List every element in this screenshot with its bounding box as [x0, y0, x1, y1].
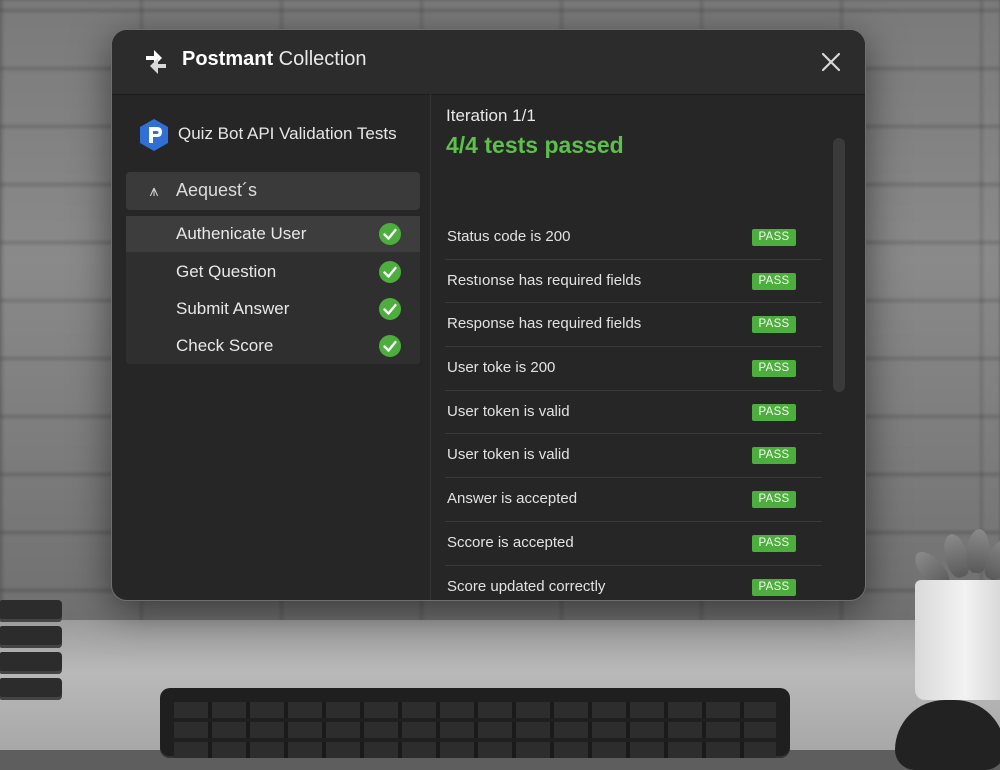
request-item-label: Get Question: [176, 262, 277, 281]
request-item-get-question[interactable]: Get Question: [126, 254, 420, 290]
test-name: Answer is accepted: [447, 490, 578, 508]
test-result-row: Restıonse has required fields PASS: [445, 260, 822, 304]
pass-badge: PASS: [752, 578, 796, 596]
test-result-row: User token is valid PASS: [445, 434, 822, 479]
test-name: Response has required fields: [447, 315, 642, 333]
test-name: Restıonse has required fields: [447, 271, 642, 289]
request-list: Authenicate User Get Question Submit Ans…: [126, 216, 420, 364]
requests-section-header[interactable]: ⩚ Aequest´s: [126, 172, 420, 210]
test-result-row: User toke is 200 PASS: [445, 347, 822, 391]
request-item-submit-answer[interactable]: Submit Answer: [126, 291, 420, 327]
tests-summary: 4/4 tests passed: [446, 132, 624, 158]
results-panel: Iteration 1/1 4/4 tests passed Status co…: [430, 94, 865, 601]
check-circle-icon: [379, 298, 401, 320]
test-name: User token is valid: [447, 402, 570, 420]
window-title-rest: Collection: [273, 48, 367, 70]
requests-header-label: Aequest´s: [176, 180, 258, 200]
pass-badge: PASS: [752, 360, 796, 378]
close-icon[interactable]: [819, 50, 843, 74]
requests-icon: ⩚: [149, 181, 159, 200]
test-name: Sccore is accepted: [447, 533, 574, 551]
pass-badge: PASS: [752, 229, 796, 246]
test-results-list: Status code is 200 PASS Restıonse has re…: [445, 216, 822, 601]
window-title: Postmant Collection: [182, 48, 367, 71]
pass-badge: PASS: [752, 272, 796, 290]
test-result-row: Response has required fields PASS: [445, 303, 822, 348]
request-item-label: Authenicate User: [176, 224, 307, 243]
check-circle-icon: [379, 335, 401, 357]
test-name: User toke is 200: [447, 359, 556, 377]
sidebar: Quiz Bot API Validation Tests ⩚ Aequest´…: [126, 94, 422, 600]
test-result-row: User token is valid PASS: [445, 391, 822, 435]
request-item-label: Check Score: [176, 336, 274, 355]
collection-runner-window: Postmant Collection Quiz Bot API Validat…: [111, 29, 866, 601]
test-result-row: Sccore is accepted PASS: [445, 522, 822, 566]
collection-icon: [140, 119, 168, 151]
test-result-row: Answer is accepted PASS: [445, 478, 822, 522]
postman-logo-icon: [146, 50, 166, 74]
test-name: User token is valid: [447, 446, 570, 464]
background-keyboard: [160, 688, 790, 758]
check-circle-icon: [379, 223, 401, 245]
pass-badge: PASS: [752, 447, 796, 465]
window-title-bold: Postmant: [182, 48, 274, 70]
pass-badge: PASS: [752, 534, 796, 552]
background-books: [0, 600, 70, 710]
test-result-row: Score updated correctly PASS: [445, 566, 822, 601]
collection-header[interactable]: Quiz Bot API Validation Tests: [138, 118, 422, 154]
request-item-label: Submit Answer: [176, 299, 290, 318]
pass-badge: PASS: [752, 403, 796, 421]
check-circle-icon: [379, 261, 401, 283]
background-plant-pot: [915, 580, 1000, 700]
request-item-check-score[interactable]: Check Score: [126, 328, 420, 364]
title-bar: Postmant Collection: [112, 30, 865, 95]
pass-badge: PASS: [752, 491, 796, 509]
results-scrollbar[interactable]: [833, 138, 845, 392]
collection-name: Quiz Bot API Validation Tests: [178, 124, 397, 143]
request-item-authenticate-user[interactable]: Authenicate User: [126, 216, 420, 252]
test-name: Score updated correctly: [447, 577, 606, 595]
test-result-row: Status code is 200 PASS: [445, 216, 822, 260]
pass-badge: PASS: [752, 316, 796, 334]
test-name: Status code is 200: [447, 228, 571, 245]
iteration-label: Iteration 1/1: [446, 106, 536, 125]
